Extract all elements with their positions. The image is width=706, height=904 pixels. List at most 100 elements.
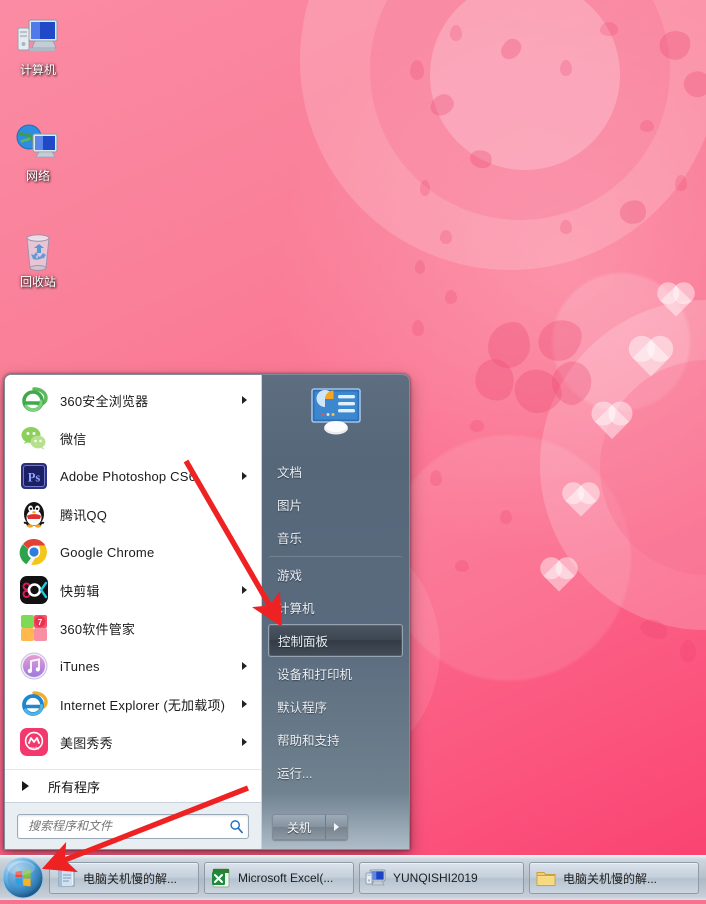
- program-item-label: 360安全浏览器: [60, 393, 149, 409]
- photoshop-icon: Ps: [19, 461, 49, 491]
- program-list: 360安全浏览器 微信 Ps Adobe Photoshop CS6 腾讯QQ …: [5, 375, 261, 767]
- wechat-icon: [19, 423, 49, 453]
- start-button[interactable]: [2, 857, 44, 899]
- meitu-icon: meitu: [19, 727, 49, 757]
- program-item-internet-explorer[interactable]: Internet Explorer (无加载项): [5, 685, 261, 723]
- program-item-chrome[interactable]: Google Chrome: [5, 533, 261, 571]
- program-item-label: Internet Explorer (无加载项): [60, 697, 226, 713]
- svg-text:7: 7: [38, 618, 43, 627]
- wallpaper-dot: [412, 320, 424, 336]
- taskbar: 电脑关机慢的解... Microsoft Excel(... YUNQISHI2…: [0, 855, 706, 900]
- start-menu-item-default-programs[interactable]: 默认程序: [268, 690, 403, 723]
- wallpaper-dot: [420, 180, 430, 196]
- start-menu-right-pane: 文档 图片 音乐 游戏 计算机 控制面板 设备和打印机 默认程序 帮助和支持 运…: [262, 375, 409, 849]
- taskbar-item-notepad[interactable]: 电脑关机慢的解...: [49, 862, 199, 894]
- taskbar-item-excel[interactable]: Microsoft Excel(...: [204, 862, 354, 894]
- program-item-itunes[interactable]: iTunes: [5, 647, 261, 685]
- start-menu[interactable]: 360安全浏览器 微信 Ps Adobe Photoshop CS6 腾讯QQ …: [4, 374, 410, 850]
- program-item-label: 快剪辑: [60, 583, 100, 599]
- wallpaper-dot: [680, 640, 696, 662]
- wallpaper-dot: [675, 175, 687, 191]
- start-menu-item-control-panel[interactable]: 控制面板: [268, 624, 403, 657]
- taskbar-item-yunqishi2019[interactable]: YUNQISHI2019: [359, 862, 524, 894]
- folder-icon: [535, 867, 557, 889]
- chevron-right-icon: [242, 586, 247, 594]
- desktop-icon-recycle-bin[interactable]: 回收站: [2, 224, 74, 290]
- start-menu-item-pictures[interactable]: 图片: [268, 488, 403, 521]
- network-icon: [2, 118, 74, 166]
- computer-window-icon: [365, 867, 387, 889]
- desktop-icon-label: 回收站: [19, 275, 56, 289]
- shutdown-button-group[interactable]: 关机: [272, 814, 349, 840]
- program-item-360browser[interactable]: 360安全浏览器: [5, 381, 261, 419]
- shutdown-options-button[interactable]: [326, 815, 348, 839]
- taskbar-item-label: YUNQISHI2019: [393, 871, 478, 885]
- taskbar-item-label: Microsoft Excel(...: [238, 871, 334, 885]
- all-programs-button[interactable]: 所有程序: [5, 769, 261, 802]
- right-menu-list: 文档 图片 音乐 游戏 计算机 控制面板 设备和打印机 默认程序 帮助和支持 运…: [262, 451, 409, 805]
- item-label: 文档: [277, 466, 303, 480]
- desktop-icon-label: 计算机: [19, 63, 56, 77]
- start-menu-item-documents[interactable]: 文档: [268, 455, 403, 488]
- control-panel-avatar-icon: [305, 386, 367, 447]
- wallpaper-dot: [600, 22, 618, 36]
- user-avatar[interactable]: [262, 375, 409, 451]
- chevron-right-icon: [242, 396, 247, 404]
- wallpaper-dot: [640, 120, 654, 132]
- search-icon: [229, 819, 244, 834]
- program-item-label: 360软件管家: [60, 621, 136, 637]
- recycle-bin-icon: [2, 224, 74, 272]
- wallpaper-dot: [470, 420, 484, 432]
- program-item-label: iTunes: [60, 658, 100, 674]
- item-label: 帮助和支持: [277, 734, 340, 748]
- program-item-label: 微信: [60, 431, 87, 447]
- wallpaper-dot: [560, 220, 572, 234]
- chevron-right-icon: [242, 700, 247, 708]
- program-item-qq[interactable]: 腾讯QQ: [5, 495, 261, 533]
- start-menu-left-pane: 360安全浏览器 微信 Ps Adobe Photoshop CS6 腾讯QQ …: [5, 375, 262, 849]
- item-label: 控制面板: [278, 635, 329, 649]
- wallpaper-dot: [450, 25, 462, 41]
- program-item-label: 腾讯QQ: [60, 507, 108, 523]
- program-item-360-software-manager[interactable]: 7 360软件管家: [5, 609, 261, 647]
- wallpaper-dot: [560, 60, 572, 76]
- desktop-icon-network[interactable]: 网络: [2, 118, 74, 184]
- search-input[interactable]: [26, 818, 229, 834]
- item-label: 设备和打印机: [277, 668, 353, 682]
- taskbar-item-label: 电脑关机慢的解...: [83, 871, 178, 886]
- program-item-label: Google Chrome: [60, 544, 155, 560]
- wallpaper-dot: [445, 290, 457, 304]
- start-menu-item-computer[interactable]: 计算机: [268, 591, 403, 624]
- excel-icon: [210, 867, 232, 889]
- program-item-kuaijianji[interactable]: 快剪辑: [5, 571, 261, 609]
- start-menu-item-help-and-support[interactable]: 帮助和支持: [268, 723, 403, 756]
- start-menu-item-music[interactable]: 音乐: [268, 521, 403, 554]
- chevron-right-icon: [22, 781, 29, 791]
- item-label: 音乐: [277, 532, 303, 546]
- item-label: 运行...: [277, 767, 313, 781]
- desktop-icon-label: 网络: [25, 169, 50, 183]
- chevron-right-icon: [242, 738, 247, 746]
- program-item-wechat[interactable]: 微信: [5, 419, 261, 457]
- start-menu-item-games[interactable]: 游戏: [268, 556, 403, 591]
- svg-text:Ps: Ps: [28, 471, 41, 485]
- search-box[interactable]: [17, 813, 249, 839]
- kuaijianji-icon: [19, 575, 49, 605]
- wallpaper-dot: [455, 560, 469, 572]
- taskbar-item-label: 电脑关机慢的解...: [563, 871, 658, 886]
- wallpaper-dot: [430, 470, 442, 486]
- program-item-meitu[interactable]: meitu 美图秀秀: [5, 723, 261, 761]
- chevron-right-icon: [334, 823, 340, 831]
- start-menu-item-devices-and-printers[interactable]: 设备和打印机: [268, 657, 403, 690]
- item-label: 计算机: [277, 602, 315, 616]
- taskbar-item-folder[interactable]: 电脑关机慢的解...: [529, 862, 699, 894]
- start-menu-item-run[interactable]: 运行...: [268, 756, 403, 789]
- program-item-photoshop[interactable]: Ps Adobe Photoshop CS6: [5, 457, 261, 495]
- notepad-icon: [55, 867, 77, 889]
- program-item-label: Adobe Photoshop CS6: [60, 468, 197, 484]
- desktop-icon-computer[interactable]: 计算机: [2, 12, 74, 78]
- computer-icon: [2, 12, 74, 60]
- internet-explorer-icon: [19, 689, 49, 719]
- svg-text:meitu: meitu: [29, 746, 40, 751]
- shutdown-button[interactable]: 关机: [273, 815, 327, 839]
